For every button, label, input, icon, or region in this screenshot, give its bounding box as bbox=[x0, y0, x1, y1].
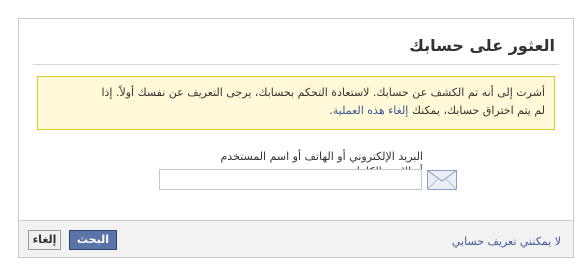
dialog-footer: إلغاء البحث لا يمكنني تعريف حسابي bbox=[19, 220, 573, 257]
cancel-button[interactable]: إلغاء bbox=[28, 230, 61, 250]
warning-box: أشرت إلى أنه تم الكشف عن حسابك. لاستعادة… bbox=[37, 76, 555, 130]
find-account-dialog: العثور على حسابك أشرت إلى أنه تم الكشف ع… bbox=[18, 18, 574, 258]
identifier-input[interactable] bbox=[159, 169, 422, 190]
dialog-title: العثور على حسابك bbox=[409, 36, 555, 55]
warning-line-1: أشرت إلى أنه تم الكشف عن حسابك. لاستعادة… bbox=[101, 86, 545, 99]
title-divider bbox=[33, 64, 559, 65]
envelope-icon bbox=[427, 170, 457, 190]
cancel-process-link[interactable]: إلغاء هذه العملية bbox=[333, 104, 409, 117]
warning-line-2-prefix: لم يتم اختراق حسابك، يمكنك bbox=[408, 104, 545, 117]
cant-identify-account-link[interactable]: لا يمكنني تعريف حسابي bbox=[452, 235, 561, 248]
warning-line-2: لم يتم اختراق حسابك، يمكنك إلغاء هذه الع… bbox=[47, 102, 545, 120]
search-button[interactable]: البحث bbox=[69, 230, 117, 250]
